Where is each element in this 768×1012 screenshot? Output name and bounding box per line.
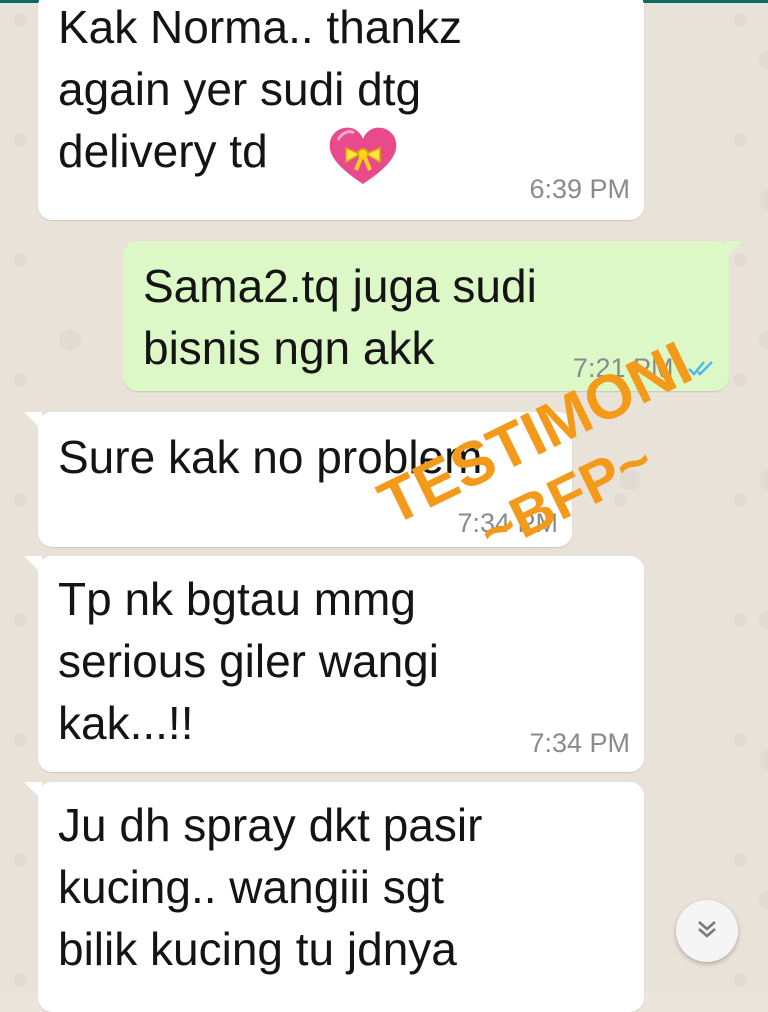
message-bubble-incoming[interactable]: Kak Norma.. thankz again yer sudi dtg de… <box>38 0 644 220</box>
scroll-to-bottom-button[interactable] <box>676 900 738 962</box>
message-time: 6:39 PM <box>529 174 630 204</box>
heart-with-ribbon-icon <box>326 124 400 188</box>
double-chevron-down-icon <box>694 916 720 947</box>
message-text: Kak Norma.. thankz again yer sudi dtg de… <box>58 1 462 177</box>
message-text: Sama2.tq juga sudi bisnis ngn akk <box>143 260 537 374</box>
message-bubble-incoming[interactable]: Ju dh spray dkt pasir kucing.. wangiii s… <box>24 782 644 1012</box>
message-text: Tp nk bgtau mmg serious giler wangi kak.… <box>58 573 439 749</box>
message-time: 7:34 PM <box>529 728 630 758</box>
message-text: Ju dh spray dkt pasir kucing.. wangiii s… <box>58 799 483 975</box>
